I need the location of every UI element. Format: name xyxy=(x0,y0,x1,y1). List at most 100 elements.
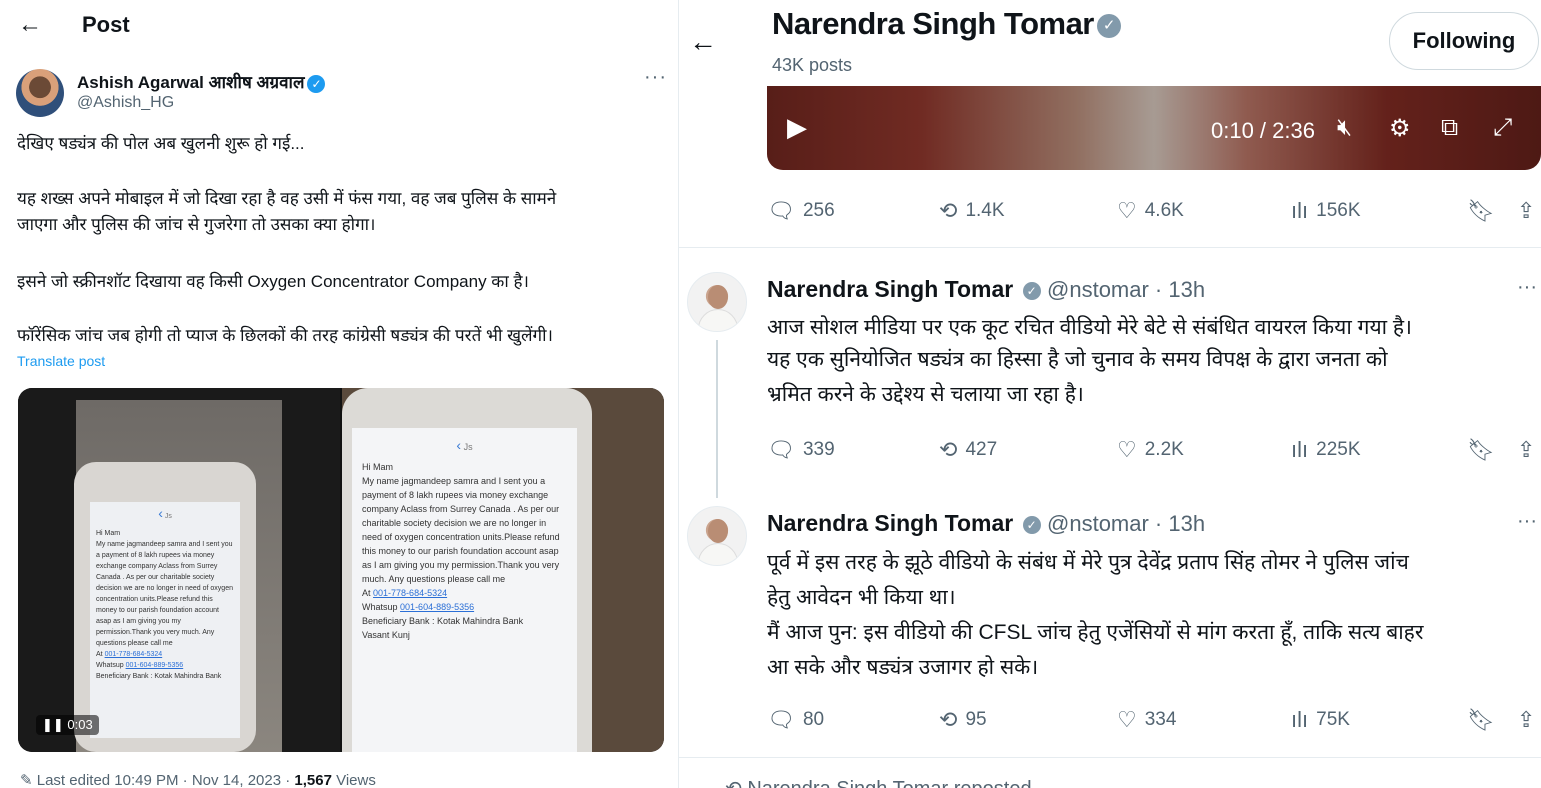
email-phone: 001-778-684-5324 xyxy=(104,651,163,658)
share-button[interactable]: ⇪ xyxy=(1517,198,1541,224)
play-icon[interactable]: ▶ xyxy=(787,112,807,143)
repost-icon: ⟲ xyxy=(725,778,742,788)
repost-label[interactable]: Narendra Singh Tomar reposted xyxy=(747,778,1031,788)
bookmark-icon: 🔖︎ xyxy=(1467,437,1495,462)
posts-count: 43K posts xyxy=(772,55,853,75)
verified-badge-icon: ✓ xyxy=(1096,13,1121,38)
views-label: Views xyxy=(331,772,376,788)
repost-icon: ⟲ xyxy=(939,198,958,223)
post-text-line: इसने जो स्क्रीनशॉट दिखाया वह किसी Oxygen… xyxy=(17,272,529,291)
heart-icon: ♡ xyxy=(1117,437,1137,462)
email-phone-label: At xyxy=(362,588,371,598)
email-phone-label: At xyxy=(96,651,103,658)
author-name[interactable]: Ashish Agarwal आशीष अग्रवाल ✓ xyxy=(77,70,326,93)
views-button[interactable]: ılı 75K xyxy=(1291,707,1350,733)
post-text-line: जाएगा और पुलिस की जांच से गुजरेगा तो उसक… xyxy=(17,215,376,234)
tweet-text-line: भ्रमित करने के उद्देश्य से चलाया जा रहा … xyxy=(767,383,1084,406)
email-branch: Vasant Kunj xyxy=(362,630,410,640)
more-options-icon[interactable]: ··· xyxy=(1517,276,1537,299)
views-button[interactable]: ılı 156K xyxy=(1291,198,1361,224)
email-phone: 001-778-684-5324 xyxy=(373,588,448,598)
author-handle[interactable]: @Ashish_HG xyxy=(77,94,174,112)
share-button[interactable]: ⇪ xyxy=(1517,707,1541,733)
post-video[interactable]: ‹ Js Hi Mam My name jagmandeep samra and… xyxy=(18,388,664,752)
settings-gear-icon[interactable]: ⚙ xyxy=(1389,114,1411,143)
fullscreen-icon[interactable]: ⤢ xyxy=(1493,114,1512,142)
tweet-actions: 🗨︎ 339 ⟲ 427 ♡ 2.2K ılı 225K 🔖︎ ⇪ xyxy=(767,437,1541,467)
like-count: 334 xyxy=(1144,709,1177,730)
email-body: My name jagmandeep samra and I sent you … xyxy=(96,541,233,647)
share-icon: ⇪ xyxy=(1517,707,1536,732)
video-overlay xyxy=(767,86,1541,170)
tweet-handle-time[interactable]: @nstomar · 13h xyxy=(1047,277,1205,302)
like-count: 4.6K xyxy=(1144,200,1184,221)
bookmark-button[interactable]: 🔖︎ xyxy=(1467,707,1503,733)
email-bank: Beneficiary Bank : Kotak Mahindra Bank xyxy=(96,673,222,680)
back-arrow-icon[interactable]: ← xyxy=(18,12,42,38)
views-count: 75K xyxy=(1316,709,1350,730)
bookmark-button[interactable]: 🔖︎ xyxy=(1467,437,1503,463)
email-from: Js xyxy=(463,442,473,452)
bar-chart-icon: ılı xyxy=(1291,198,1309,223)
avatar[interactable] xyxy=(687,506,747,566)
following-button[interactable]: Following xyxy=(1389,12,1539,70)
tweet-handle-time[interactable]: @nstomar · 13h xyxy=(1047,511,1205,536)
avatar[interactable] xyxy=(16,69,64,117)
repost-icon: ⟲ xyxy=(939,707,958,732)
reply-icon: 🗨︎ xyxy=(767,198,795,223)
reply-button[interactable]: 🗨︎ 256 xyxy=(767,198,835,224)
page-title: Post xyxy=(82,12,130,37)
heart-icon: ♡ xyxy=(1117,707,1137,732)
back-arrow-icon[interactable]: ← xyxy=(689,26,717,58)
mute-icon[interactable]: 🔇︎ xyxy=(1337,114,1352,142)
pip-icon[interactable]: ⧉ xyxy=(1441,114,1458,142)
reply-count: 256 xyxy=(802,200,835,221)
email-body: My name jagmandeep samra and I sent you … xyxy=(362,476,560,584)
post-text-line: यह शख्स अपने मोबाइल में जो दिखा रहा है व… xyxy=(17,189,557,208)
share-icon: ⇪ xyxy=(1517,198,1536,223)
phone-screen: ‹ Js Hi Mam My name jagmandeep samra and… xyxy=(90,502,240,738)
last-edited-text[interactable]: Last edited 10:49 PM · Nov 14, 2023 · xyxy=(37,772,295,788)
email-greeting: Hi Mam xyxy=(362,462,393,472)
repost-button[interactable]: ⟲ 1.4K xyxy=(939,198,1005,224)
post-text-line: देखिए षड्यंत्र की पोल अब खुलनी शुरू हो ग… xyxy=(17,134,305,153)
right-profile-panel: ← Narendra Singh Tomar ✓ 43K posts Follow… xyxy=(679,0,1541,788)
translate-post-link[interactable]: Translate post xyxy=(17,353,105,369)
like-button[interactable]: ♡ 334 xyxy=(1117,707,1176,733)
heart-icon: ♡ xyxy=(1117,198,1137,223)
pause-icon[interactable]: ❚❚ xyxy=(42,717,64,732)
tweet-text-line: यह एक सुनियोजित षड्यंत्र का हिस्सा है जो… xyxy=(767,348,1388,371)
repost-count: 427 xyxy=(965,439,998,460)
tweet-text-line: पूर्व में इस तरह के झूठे वीडियो के संबंध… xyxy=(767,551,1409,574)
views-button[interactable]: ılı 225K xyxy=(1291,437,1361,463)
video-pause-control[interactable]: ❚❚ 0:03 xyxy=(36,715,99,735)
like-button[interactable]: ♡ 2.2K xyxy=(1117,437,1184,463)
chevron-left-icon: ‹ xyxy=(158,505,163,521)
edit-pencil-icon: ✎ xyxy=(20,772,33,788)
reply-icon: 🗨︎ xyxy=(767,437,795,462)
avatar-head xyxy=(708,519,728,543)
post-text-line: फॉरेंसिक जांच जब होगी तो प्याज के छिलकों… xyxy=(17,326,553,345)
tweet-text-line: हेतु आवेदन भी किया था। xyxy=(767,586,956,609)
author-name-text[interactable]: Ashish Agarwal आशीष अग्रवाल xyxy=(77,73,304,92)
reply-button[interactable]: 🗨︎ 339 xyxy=(767,437,835,463)
email-whatsapp-label: Whatsup xyxy=(96,662,124,669)
repost-button[interactable]: ⟲ 95 xyxy=(939,707,987,733)
more-options-icon[interactable]: ··· xyxy=(1517,510,1537,533)
tweet-author-name[interactable]: Narendra Singh Tomar xyxy=(767,276,1013,302)
repost-button[interactable]: ⟲ 427 xyxy=(939,437,997,463)
embedded-video[interactable]: ▶ 0:10 / 2:36 🔇︎ ⚙ ⧉ ⤢ xyxy=(767,86,1541,170)
tweet-author-name[interactable]: Narendra Singh Tomar xyxy=(767,510,1013,536)
tweet-text-line: आज सोशल मीडिया पर एक कूट रचित वीडियो मेर… xyxy=(767,316,1413,339)
share-button[interactable]: ⇪ xyxy=(1517,437,1541,463)
bookmark-button[interactable]: 🔖︎ xyxy=(1467,198,1503,224)
more-options-icon[interactable]: ··· xyxy=(644,66,667,89)
avatar-head xyxy=(708,285,728,309)
tweet-text-line: मैं आज पुन: इस वीडियो की CFSL जांच हेतु … xyxy=(767,621,1424,644)
bookmark-icon: 🔖︎ xyxy=(1467,707,1495,732)
avatar[interactable] xyxy=(687,272,747,332)
email-whatsapp: 001-604-889-5356 xyxy=(400,602,475,612)
like-button[interactable]: ♡ 4.6K xyxy=(1117,198,1184,224)
divider xyxy=(679,757,1541,758)
reply-button[interactable]: 🗨︎ 80 xyxy=(767,707,824,733)
